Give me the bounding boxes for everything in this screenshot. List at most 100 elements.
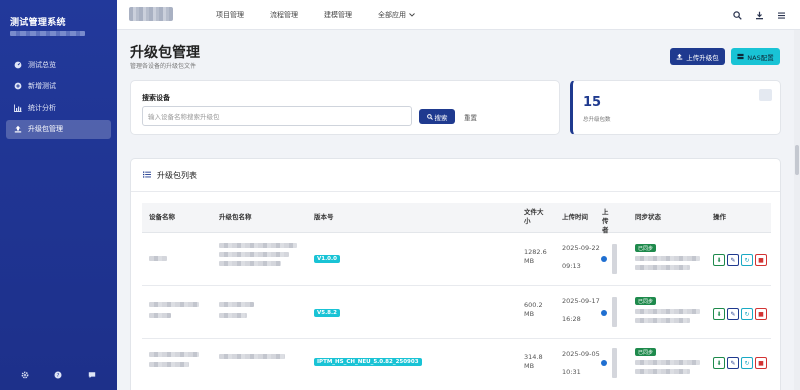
sidebar-item-label: 测试总览 (28, 60, 56, 69)
sidebar-item-statistics[interactable]: 统计分析 (6, 98, 111, 117)
sidebar-item-label: 新增测试 (28, 82, 56, 90)
edit-icon: ✎ (730, 359, 736, 367)
chat-icon[interactable] (87, 370, 97, 380)
download-icon: ⬇ (716, 256, 722, 264)
row-actions: ⬇ ✎ ↻ ■ (713, 254, 769, 266)
list-icon (143, 171, 151, 180)
download-icon: ⬇ (716, 359, 722, 367)
column-device-name: 设备名称 (149, 213, 175, 221)
reset-button[interactable]: 重置 (464, 112, 477, 122)
top-nav-projects[interactable]: 项目管理 (216, 10, 244, 20)
page-subtitle: 管理各设备的升级包文件 (130, 63, 197, 70)
sync-button[interactable]: ↻ (741, 357, 753, 369)
search-button[interactable]: 搜索 (419, 109, 455, 124)
search-button-label: 搜索 (434, 113, 448, 122)
sync-button[interactable]: ↻ (741, 308, 753, 320)
download-icon[interactable] (754, 10, 764, 20)
column-upload-time: 上传时间 (562, 213, 588, 221)
uploader-redacted (612, 297, 617, 327)
delete-button[interactable]: ■ (755, 357, 767, 369)
trash-icon: ■ (758, 359, 764, 367)
package-list-header: 升级包列表 (131, 159, 780, 192)
sidebar: 测试管理系统 测试总览 新增测试 统计分析 升级包管理 ? (0, 0, 117, 390)
topbar: 项目管理 流程管理 建模管理 全部应用 (117, 0, 800, 30)
logo-redacted (129, 7, 173, 21)
upload-time: 10:31 (562, 368, 581, 376)
delete-button[interactable]: ■ (755, 254, 767, 266)
menu-icon[interactable] (776, 10, 786, 20)
help-icon[interactable]: ? (53, 370, 63, 380)
row-actions: ⬇ ✎ ↻ ■ (713, 357, 769, 369)
nas-config-button[interactable]: NAS配置 (731, 48, 780, 65)
sidebar-item-upgrade-packages[interactable]: 升级包管理 (6, 119, 111, 139)
row-actions: ⬇ ✎ ↻ ■ (713, 308, 769, 320)
version-badge: V1.0.0 (314, 255, 340, 263)
dashboard-icon (14, 61, 22, 69)
column-uploader: 上传者 (602, 208, 609, 234)
package-list-panel: 升级包列表 设备名称 升级包名称 版本号 文件大小 上传时间 上传者 同步状态 … (130, 158, 781, 390)
download-button[interactable]: ⬇ (713, 254, 725, 266)
add-circle-icon (14, 82, 22, 90)
device-name-redacted (149, 362, 189, 367)
settings-icon[interactable] (20, 370, 30, 380)
package-name-redacted (219, 302, 254, 307)
sync-button[interactable]: ↻ (741, 254, 753, 266)
user-icon (601, 360, 607, 366)
scrollbar-thumb[interactable] (795, 145, 799, 175)
column-package-name: 升级包名称 (219, 213, 252, 221)
top-nav-all-apps-label: 全部应用 (378, 11, 406, 19)
device-name-redacted (149, 256, 167, 261)
table-row: IPTM_HS_CH_NEU_5.0.82_250903 314.8 MB 20… (142, 340, 771, 390)
page-scrollbar[interactable] (794, 30, 800, 390)
upload-package-button[interactable]: 上传升级包 (670, 48, 725, 65)
search-input[interactable]: 输入设备名称搜索升级包 (142, 106, 412, 126)
top-nav: 项目管理 流程管理 建模管理 全部应用 (216, 0, 441, 30)
search-icon (426, 113, 433, 120)
edit-button[interactable]: ✎ (727, 308, 739, 320)
edit-icon: ✎ (730, 256, 736, 264)
search-panel: 搜索设备 输入设备名称搜索升级包 搜索 重置 (130, 80, 560, 135)
file-size: 600.2 MB (524, 301, 543, 318)
device-name-redacted (149, 313, 171, 318)
column-sync-status: 同步状态 (635, 213, 661, 221)
user-icon (601, 256, 607, 262)
upload-icon (676, 53, 683, 60)
sidebar-item-new-test[interactable]: 新增测试 (6, 77, 111, 96)
total-packages-card: 15 总升级包数 (570, 80, 781, 135)
device-name-redacted (149, 302, 199, 307)
server-icon (737, 53, 744, 60)
file-size: 314.8 MB (524, 353, 543, 370)
edit-icon: ✎ (730, 310, 736, 318)
version-badge: IPTM_HS_CH_NEU_5.0.82_250903 (314, 358, 422, 366)
page-title: 升级包管理 (130, 45, 200, 61)
upload-icon (14, 125, 22, 133)
sidebar-item-label: 升级包管理 (28, 125, 63, 133)
top-actions (720, 0, 786, 30)
nas-config-label: NAS配置 (747, 53, 774, 62)
uploader-redacted (612, 348, 617, 378)
download-button[interactable]: ⬇ (713, 357, 725, 369)
top-nav-processes[interactable]: 流程管理 (270, 10, 298, 20)
svg-text:?: ? (57, 373, 60, 379)
download-icon: ⬇ (716, 310, 722, 318)
upload-date: 2025-09-22 (562, 244, 600, 252)
delete-button[interactable]: ■ (755, 308, 767, 320)
edit-button[interactable]: ✎ (727, 254, 739, 266)
top-nav-modeling[interactable]: 建模管理 (324, 10, 352, 20)
version-badge: V5.8.2 (314, 309, 340, 317)
sidebar-nav: 测试总览 新增测试 统计分析 升级包管理 (6, 55, 111, 141)
sync-detail-redacted (635, 360, 700, 365)
package-list-title: 升级包列表 (157, 170, 197, 180)
column-version: 版本号 (314, 213, 334, 221)
edit-button[interactable]: ✎ (727, 357, 739, 369)
trash-icon: ■ (758, 256, 764, 264)
download-button[interactable]: ⬇ (713, 308, 725, 320)
uploader-redacted (612, 244, 617, 274)
package-name-redacted (219, 243, 297, 248)
package-icon (759, 89, 772, 101)
top-nav-all-apps[interactable]: 全部应用 (378, 10, 415, 20)
sidebar-item-overview[interactable]: 测试总览 (6, 55, 111, 74)
sidebar-footer: ? (0, 370, 117, 380)
search-icon[interactable] (732, 10, 742, 20)
sync-icon: ↻ (744, 256, 750, 264)
